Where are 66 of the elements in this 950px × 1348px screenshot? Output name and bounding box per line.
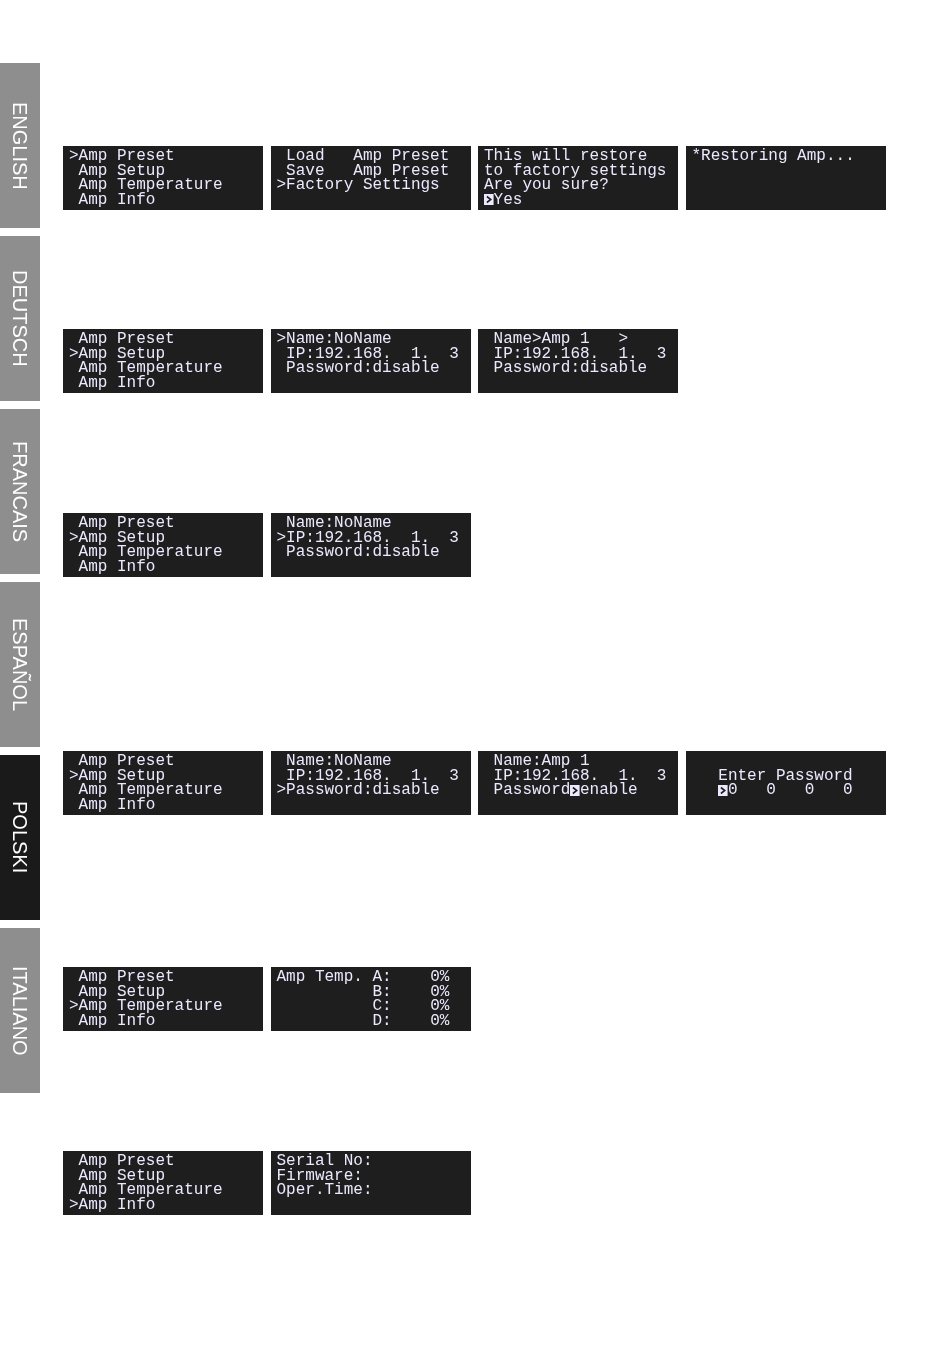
menu-item[interactable]: >Amp Setup (69, 530, 165, 545)
menu-item[interactable]: >Amp Temperature (69, 999, 223, 1014)
menu-item[interactable]: Password:disable (276, 545, 440, 560)
menu-item[interactable]: >Amp Setup (69, 768, 165, 783)
menu-item[interactable]: Password:disable (276, 361, 440, 376)
menu-item[interactable]: >Amp Preset (69, 149, 175, 164)
menu-item[interactable]: >IP:192.168. 1. 3 (276, 530, 459, 545)
display-text: Name:Amp 1 (492, 754, 590, 769)
menu-item[interactable]: Amp Preset (69, 754, 175, 769)
menu-item[interactable]: >Amp Info (69, 1197, 156, 1212)
channel-label: D: (372, 1013, 392, 1028)
display-text: Yes (493, 192, 523, 207)
display-text: *Restoring Amp... (691, 149, 855, 164)
menu-item[interactable]: >Amp Setup (69, 346, 165, 361)
display-text: Name>Amp 1 > (492, 332, 628, 347)
password-digit: 0 (766, 783, 776, 798)
menu-item[interactable]: Amp Preset (69, 970, 175, 985)
display-text: This will restore (484, 149, 648, 164)
menu-item[interactable]: Amp Preset (69, 1154, 175, 1169)
menu-item[interactable]: Amp Temperature (69, 178, 223, 193)
menu-item[interactable]: Amp Preset (69, 516, 175, 531)
password-digit: 0 (843, 783, 853, 798)
menu-item[interactable]: Amp Temperature (69, 545, 223, 560)
channel-label: B: (372, 984, 392, 999)
menu-item[interactable]: >Name:NoName (276, 332, 392, 347)
display-text: Password (493, 783, 571, 798)
display-text: IP:192.168. 1. 3 (492, 346, 667, 361)
menu-item[interactable]: Load Amp Preset (276, 149, 450, 164)
menu-item[interactable]: Amp Temperature (69, 1183, 223, 1198)
password-prompt: Enter Password (718, 768, 853, 783)
menu-item[interactable]: Amp Setup (69, 1168, 165, 1183)
menu-item[interactable]: Amp Preset (69, 332, 175, 347)
menu-item[interactable]: Amp Temperature (69, 783, 223, 798)
display-text: IP:192.168. 1. 3 (492, 768, 667, 783)
menu-item[interactable]: Amp Info (69, 192, 156, 207)
channel-value: 0% (430, 1013, 450, 1028)
menu-item[interactable]: >Password:disable (276, 783, 440, 798)
display-text: Oper.Time: (276, 1183, 373, 1198)
menu-item[interactable]: Name:NoName (276, 754, 392, 769)
menu-item[interactable]: Amp Info (69, 559, 156, 574)
display-text: enable (580, 783, 638, 798)
menu-item[interactable]: Amp Setup (69, 984, 165, 999)
temperature-title: Amp Temp. (276, 970, 363, 985)
display-text: Are you sure? (484, 178, 609, 193)
menu-item[interactable]: Amp Info (69, 797, 156, 812)
menu-item[interactable]: IP:192.168. 1. 3 (276, 768, 459, 783)
menu-item[interactable]: Amp Info (69, 1013, 156, 1028)
menu-item[interactable]: Amp Setup (69, 163, 165, 178)
menu-item[interactable]: >Factory Settings (276, 178, 440, 193)
channel-value: 0% (430, 984, 450, 999)
menu-item[interactable]: Amp Temperature (69, 361, 223, 376)
display-text: to factory settings (484, 163, 667, 178)
password-digit: 0 (804, 783, 815, 798)
menu-item[interactable]: Amp Info (69, 375, 156, 390)
channel-label: A: (372, 970, 392, 985)
display-text: Serial No: (276, 1154, 373, 1169)
password-digit: 0 (727, 783, 738, 798)
menu-item[interactable]: IP:192.168. 1. 3 (276, 346, 459, 361)
menu-item[interactable]: Name:NoName (276, 516, 392, 531)
channel-label: C: (372, 999, 392, 1014)
display-text: Firmware: (276, 1168, 363, 1183)
menu-item[interactable]: Save Amp Preset (276, 163, 450, 178)
channel-value: 0% (430, 999, 450, 1014)
channel-value: 0% (430, 970, 450, 985)
language-tab[interactable]: POLSKI (0, 755, 40, 920)
display-text: Password:disable (492, 361, 648, 376)
